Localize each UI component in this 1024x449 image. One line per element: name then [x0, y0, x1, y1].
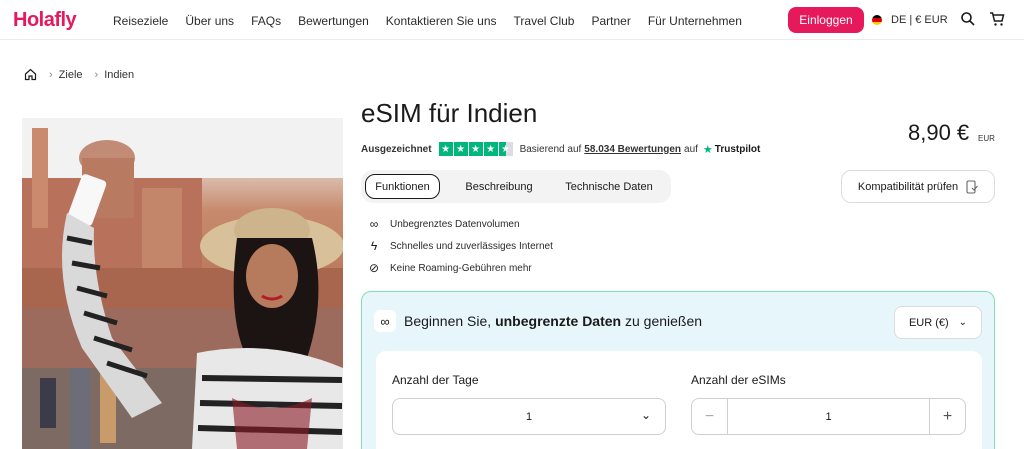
- trustpilot-rating: Ausgezeichnet ★ ★ ★ ★ ★ Basierend auf 58…: [361, 142, 760, 156]
- main-nav: Reiseziele Über uns FAQs Bewertungen Kon…: [113, 14, 759, 28]
- product-price: 8,90 €: [908, 120, 970, 145]
- chevron-right-icon: ›: [49, 68, 53, 81]
- nav-faqs[interactable]: FAQs: [251, 14, 281, 28]
- nav-kontakt[interactable]: Kontaktieren Sie uns: [386, 14, 497, 28]
- woman-selfie-illustration: [22, 118, 343, 449]
- nav-unternehmen[interactable]: Für Unternehmen: [648, 14, 742, 28]
- login-button[interactable]: Einloggen: [788, 7, 864, 33]
- infinity-icon: ∞: [369, 217, 379, 231]
- tab-technische-daten[interactable]: Technische Daten: [556, 174, 662, 199]
- star-icon: ★: [468, 142, 483, 156]
- germany-flag-icon: [872, 15, 882, 25]
- rating-prefix: Basierend auf: [519, 143, 582, 155]
- esims-value: 1: [825, 410, 832, 423]
- plan-heading-pre: Beginnen Sie,: [404, 313, 492, 329]
- compat-label: Kompatibilität prüfen: [857, 180, 959, 193]
- nav-ueber-uns[interactable]: Über uns: [185, 14, 234, 28]
- nav-travel-club[interactable]: Travel Club: [514, 14, 575, 28]
- tab-beschreibung[interactable]: Beschreibung: [449, 174, 549, 199]
- rating-count-link[interactable]: 58.034 Bewertungen: [584, 144, 681, 155]
- chevron-down-icon: ⌄: [640, 408, 651, 422]
- days-value: 1: [525, 410, 533, 423]
- trustpilot-label: Trustpilot: [714, 143, 761, 155]
- phone-check-icon: [966, 179, 979, 194]
- half-star-icon: ★: [498, 142, 513, 156]
- star-icon: ★: [483, 142, 498, 156]
- price-currency: EUR: [978, 134, 995, 143]
- lightning-icon: ϟ: [370, 239, 378, 253]
- lang-label: DE | € EUR: [891, 14, 948, 26]
- feature-no-roaming: ⊘ Keine Roaming-Gebühren mehr: [367, 261, 532, 275]
- nav-reiseziele[interactable]: Reiseziele: [113, 14, 168, 28]
- increment-button[interactable]: +: [929, 399, 965, 434]
- language-currency-selector[interactable]: DE | € EUR: [872, 14, 948, 26]
- plan-heading: ∞ Beginnen Sie, unbegrenzte Daten zu gen…: [374, 310, 702, 332]
- currency-select-value: EUR (€): [908, 316, 949, 329]
- days-label: Anzahl der Tage: [392, 373, 479, 387]
- search-icon[interactable]: [960, 11, 976, 27]
- star-icon: ★: [453, 142, 468, 156]
- trustpilot-star-icon: ★: [702, 143, 713, 156]
- plan-heading-bold: unbegrenzte Daten: [495, 313, 622, 329]
- rating-label: Ausgezeichnet: [361, 143, 432, 155]
- plan-options-card: Anzahl der Tage Anzahl der eSIMs 1 ⌄ − 1…: [376, 351, 982, 449]
- feature-text: Unbegrenztes Datenvolumen: [390, 218, 520, 230]
- cart-icon[interactable]: [989, 11, 1005, 27]
- infinity-icon: ∞: [374, 310, 396, 332]
- no-roaming-icon: ⊘: [368, 261, 380, 275]
- rating-stars: ★ ★ ★ ★ ★: [438, 142, 513, 156]
- chevron-right-icon: ›: [94, 68, 99, 81]
- chevron-down-icon: ⌄: [958, 317, 968, 328]
- plan-heading-post: zu genießen: [624, 313, 703, 329]
- tab-funktionen[interactable]: Funktionen: [365, 174, 440, 199]
- days-select[interactable]: 1 ⌄: [392, 398, 666, 435]
- esims-quantity-stepper[interactable]: − 1 +: [691, 398, 966, 435]
- feature-fast-internet: ϟ Schnelles und zuverlässiges Internet: [367, 239, 553, 253]
- product-title: eSIM für Indien: [361, 98, 538, 128]
- product-tabs: Funktionen Beschreibung Technische Daten: [361, 170, 671, 203]
- feature-text: Keine Roaming-Gebühren mehr: [390, 262, 532, 274]
- esims-label: Anzahl der eSIMs: [691, 373, 786, 387]
- product-photo: [22, 118, 343, 449]
- nav-bewertungen[interactable]: Bewertungen: [298, 14, 369, 28]
- nav-partner[interactable]: Partner: [591, 14, 630, 28]
- breadcrumb-indien: Indien: [104, 68, 135, 81]
- home-icon[interactable]: [24, 68, 37, 81]
- feature-text: Schnelles und zuverlässiges Internet: [390, 240, 553, 252]
- rating-suffix: auf: [684, 143, 698, 155]
- site-header: Holafly Reiseziele Über uns FAQs Bewertu…: [0, 0, 1024, 40]
- decrement-button[interactable]: −: [692, 399, 728, 434]
- compatibility-check-button[interactable]: Kompatibilität prüfen: [841, 170, 995, 203]
- currency-select[interactable]: EUR (€) ⌄: [894, 306, 982, 339]
- holafly-logo[interactable]: Holafly: [13, 9, 77, 32]
- star-icon: ★: [438, 142, 453, 156]
- breadcrumb-ziele[interactable]: Ziele: [59, 69, 83, 81]
- plan-configurator: ∞ Beginnen Sie, unbegrenzte Daten zu gen…: [361, 291, 995, 449]
- breadcrumb: › Ziele › Indien: [24, 68, 134, 81]
- feature-unlimited-data: ∞ Unbegrenztes Datenvolumen: [367, 217, 520, 231]
- trustpilot-logo[interactable]: ★ Trustpilot: [703, 143, 760, 156]
